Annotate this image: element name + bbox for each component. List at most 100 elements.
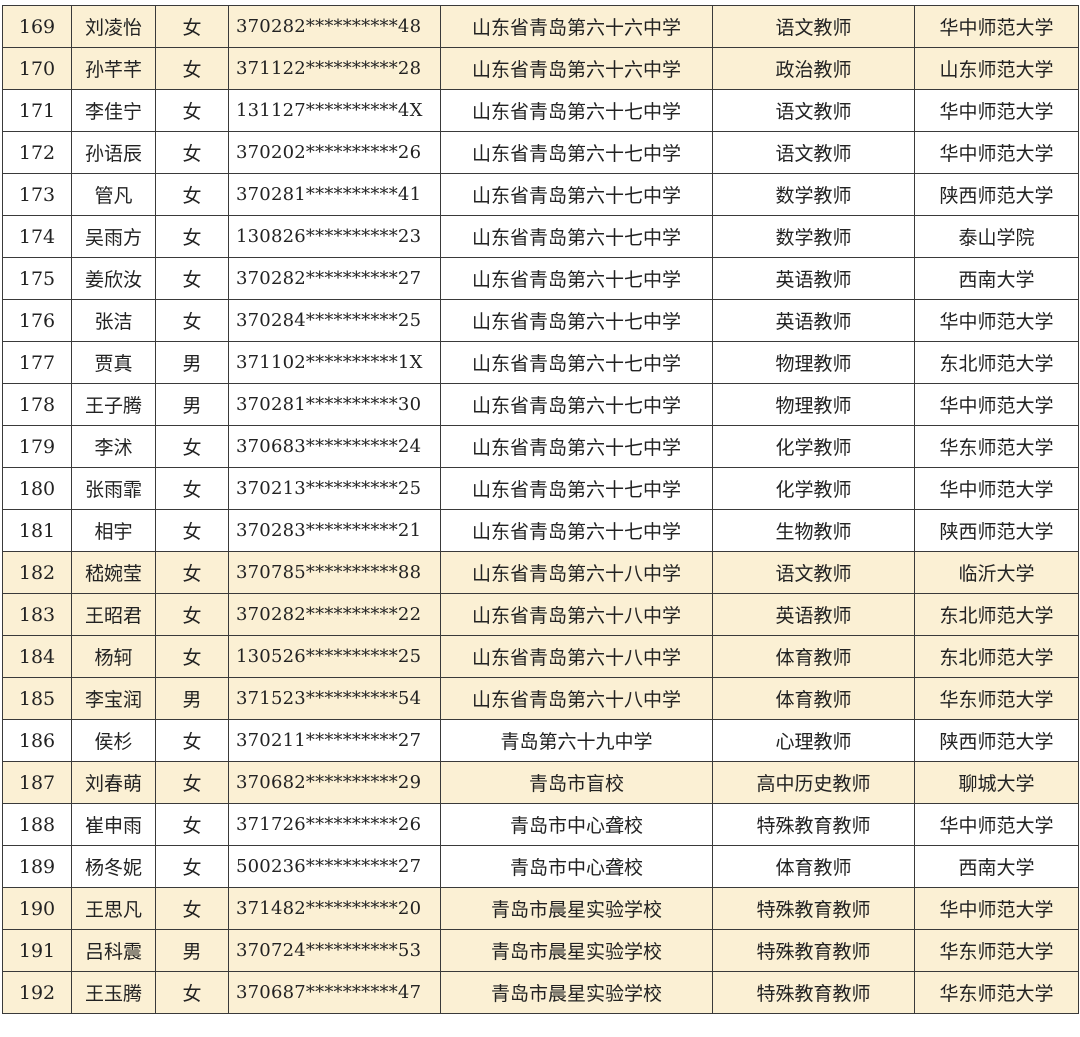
cell-id-number: 371122**********28: [228, 47, 441, 90]
cell-number: 181: [2, 509, 72, 552]
cell-name: 王昭君: [71, 593, 156, 636]
cell-number: 177: [2, 341, 72, 384]
cell-school: 山东省青岛第六十八中学: [440, 551, 713, 594]
cell-position: 物理教师: [712, 341, 915, 384]
cell-school: 山东省青岛第六十七中学: [440, 383, 713, 426]
cell-id-number: 370281**********30: [228, 383, 441, 426]
cell-position: 语文教师: [712, 551, 915, 594]
cell-number: 182: [2, 551, 72, 594]
cell-school: 山东省青岛第六十七中学: [440, 173, 713, 216]
cell-name: 孙语辰: [71, 131, 156, 174]
cell-number: 170: [2, 47, 72, 90]
cell-university: 华中师范大学: [914, 887, 1079, 930]
cell-number: 171: [2, 89, 72, 132]
cell-gender: 女: [155, 845, 229, 888]
cell-university: 东北师范大学: [914, 593, 1079, 636]
cell-gender: 女: [155, 803, 229, 846]
cell-name: 嵇婉莹: [71, 551, 156, 594]
table-row: 192 王玉腾女 370687**********47 青岛市晨星实验学校 特殊教育教师…: [2, 971, 1079, 1014]
cell-number: 186: [2, 719, 72, 762]
table-row: 172 孙语辰女 370202**********26 山东省青岛第六十七中学 语文教师…: [2, 131, 1079, 174]
cell-gender: 女: [155, 257, 229, 300]
cell-id-number: 370284**********25: [228, 299, 441, 342]
cell-school: 山东省青岛第六十七中学: [440, 467, 713, 510]
cell-school: 山东省青岛第六十七中学: [440, 341, 713, 384]
cell-university: 西南大学: [914, 845, 1079, 888]
cell-id-number: 131127**********4X: [228, 89, 441, 132]
cell-school: 青岛市晨星实验学校: [440, 887, 713, 930]
table-row: 187 刘春萌女 370682**********29 青岛市盲校 高中历史教师 聊城大学: [2, 761, 1079, 804]
cell-id-number: 370785**********88: [228, 551, 441, 594]
cell-gender: 女: [155, 215, 229, 258]
cell-name: 姜欣汝: [71, 257, 156, 300]
cell-name: 张雨霏: [71, 467, 156, 510]
cell-position: 体育教师: [712, 677, 915, 720]
cell-number: 187: [2, 761, 72, 804]
table-row: 184 杨轲女 130526**********25 山东省青岛第六十八中学 体育教师东…: [2, 635, 1079, 678]
cell-id-number: 370202**********26: [228, 131, 441, 174]
cell-name: 孙芊芊: [71, 47, 156, 90]
cell-id-number: 370682**********29: [228, 761, 441, 804]
table-row: 169 刘凌怡女 370282**********48 山东省青岛第六十六中学 语文教师…: [2, 5, 1079, 48]
cell-number: 191: [2, 929, 72, 972]
cell-school: 青岛市中心聋校: [440, 803, 713, 846]
table-row: 189 杨冬妮女 500236**********27 青岛市中心聋校 体育教师 西南大学: [2, 845, 1079, 888]
cell-position: 高中历史教师: [712, 761, 915, 804]
table-row: 180 张雨霏女 370213**********25 山东省青岛第六十七中学 化学教师…: [2, 467, 1079, 510]
cell-name: 刘凌怡: [71, 5, 156, 48]
table-row: 190 王思凡女 371482**********20 青岛市晨星实验学校 特殊教育教师…: [2, 887, 1079, 930]
cell-position: 英语教师: [712, 299, 915, 342]
cell-position: 化学教师: [712, 467, 915, 510]
cell-gender: 男: [155, 677, 229, 720]
cell-school: 山东省青岛第六十七中学: [440, 89, 713, 132]
table-row: 181 相宇女 370283**********21 山东省青岛第六十七中学 生物教师陕…: [2, 509, 1079, 552]
cell-number: 178: [2, 383, 72, 426]
cell-position: 生物教师: [712, 509, 915, 552]
cell-gender: 女: [155, 635, 229, 678]
cell-gender: 女: [155, 593, 229, 636]
cell-id-number: 370282**********27: [228, 257, 441, 300]
cell-id-number: 500236**********27: [228, 845, 441, 888]
cell-position: 物理教师: [712, 383, 915, 426]
cell-school: 青岛市晨星实验学校: [440, 929, 713, 972]
cell-name: 刘春萌: [71, 761, 156, 804]
cell-gender: 男: [155, 341, 229, 384]
cell-school: 青岛市中心聋校: [440, 845, 713, 888]
cell-university: 陕西师范大学: [914, 173, 1079, 216]
cell-university: 陕西师范大学: [914, 509, 1079, 552]
cell-number: 179: [2, 425, 72, 468]
cell-position: 数学教师: [712, 215, 915, 258]
table-body: 169 刘凌怡女 370282**********48 山东省青岛第六十六中学 语文教师…: [2, 5, 1079, 1014]
cell-id-number: 130826**********23: [228, 215, 441, 258]
table-row: 173 管凡女 370281**********41 山东省青岛第六十七中学 数学教师陕…: [2, 173, 1079, 216]
cell-school: 山东省青岛第六十六中学: [440, 47, 713, 90]
cell-id-number: 370283**********21: [228, 509, 441, 552]
cell-gender: 女: [155, 509, 229, 552]
cell-school: 山东省青岛第六十六中学: [440, 5, 713, 48]
cell-number: 176: [2, 299, 72, 342]
table-row: 188 崔申雨女 371726**********26 青岛市中心聋校 特殊教育教师 华中…: [2, 803, 1079, 846]
table-row: 175 姜欣汝女 370282**********27 山东省青岛第六十七中学 英语教师…: [2, 257, 1079, 300]
table-row: 185 李宝润男 371523**********54 山东省青岛第六十八中学 体育教师…: [2, 677, 1079, 720]
cell-gender: 女: [155, 299, 229, 342]
cell-school: 山东省青岛第六十七中学: [440, 425, 713, 468]
cell-id-number: 371726**********26: [228, 803, 441, 846]
cell-name: 王思凡: [71, 887, 156, 930]
cell-id-number: 130526**********25: [228, 635, 441, 678]
cell-id-number: 370211**********27: [228, 719, 441, 762]
table-row: 176 张洁女 370284**********25 山东省青岛第六十七中学 英语教师华…: [2, 299, 1079, 342]
cell-number: 174: [2, 215, 72, 258]
cell-school: 山东省青岛第六十八中学: [440, 677, 713, 720]
cell-name: 侯杉: [71, 719, 156, 762]
cell-school: 青岛市盲校: [440, 761, 713, 804]
cell-position: 特殊教育教师: [712, 971, 915, 1014]
cell-number: 169: [2, 5, 72, 48]
cell-gender: 女: [155, 887, 229, 930]
cell-number: 175: [2, 257, 72, 300]
cell-number: 185: [2, 677, 72, 720]
cell-number: 172: [2, 131, 72, 174]
cell-position: 语文教师: [712, 89, 915, 132]
cell-gender: 男: [155, 929, 229, 972]
cell-position: 特殊教育教师: [712, 803, 915, 846]
cell-id-number: 370683**********24: [228, 425, 441, 468]
